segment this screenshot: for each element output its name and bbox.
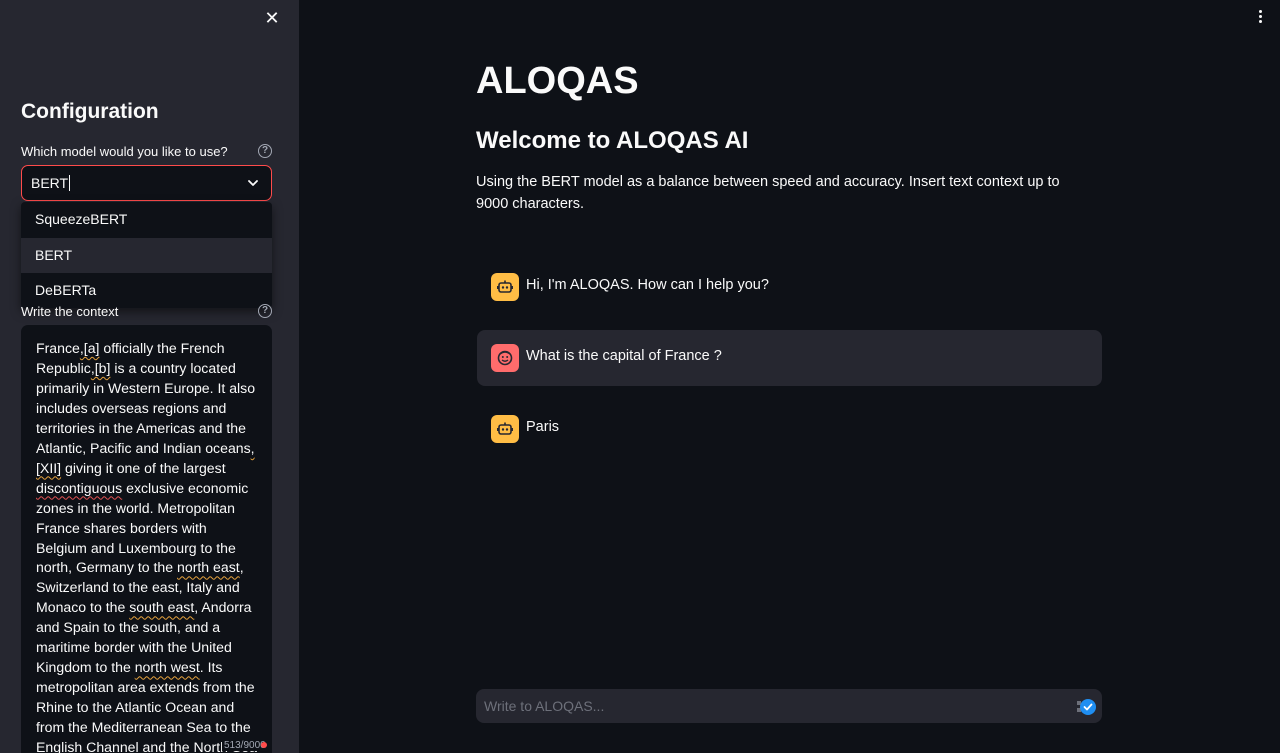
- context-text: giving it one of the largest: [61, 459, 226, 476]
- chevron-down-icon[interactable]: [247, 177, 259, 189]
- chat-input[interactable]: [476, 689, 1066, 723]
- context-textarea[interactable]: France,[a] officially the French Republi…: [21, 325, 272, 753]
- spellcheck-mark: [XII]: [36, 459, 62, 476]
- spellcheck-mark: ,: [250, 439, 255, 456]
- spellcheck-mark: north west: [134, 659, 200, 676]
- help-icon[interactable]: ?: [258, 304, 272, 318]
- spellcheck-mark: discontiguous: [36, 479, 123, 496]
- robot-icon: [491, 273, 519, 301]
- spellcheck-mark: ,[a]: [79, 340, 100, 356]
- dropdown-option-deberta[interactable]: DeBERTa: [21, 273, 272, 308]
- close-icon[interactable]: ✕: [262, 8, 282, 28]
- resize-handle[interactable]: [261, 742, 267, 748]
- model-dropdown: SqueezeBERT BERT DeBERTa: [21, 202, 272, 308]
- page-title: ALOQAS: [476, 60, 639, 102]
- model-select-value: BERT: [31, 175, 69, 191]
- sidebar-title: Configuration: [21, 100, 159, 123]
- message-text: Paris: [526, 419, 560, 435]
- dropdown-option-squeezebert[interactable]: SqueezeBERT: [21, 202, 272, 238]
- dropdown-option-bert[interactable]: BERT: [21, 237, 272, 273]
- context-text: France: [36, 340, 80, 356]
- page-subtitle: Welcome to ALOQAS AI: [476, 127, 749, 154]
- help-icon[interactable]: ?: [258, 144, 272, 158]
- chat-message-assistant: Paris: [477, 401, 1102, 457]
- chat-message-user: What is the capital of France ?: [477, 330, 1102, 386]
- sidebar: ✕ Configuration Which model would you li…: [0, 0, 299, 753]
- send-icon[interactable]: [1077, 698, 1097, 716]
- context-label: Write the context: [21, 304, 119, 319]
- more-menu-icon[interactable]: [1252, 8, 1268, 28]
- chat-message-assistant: Hi, I'm ALOQAS. How can I help you?: [477, 259, 1102, 315]
- robot-icon: [491, 415, 519, 443]
- text-cursor: [69, 175, 71, 191]
- chat-input-container: [476, 689, 1102, 723]
- page-description: Using the BERT model as a balance betwee…: [476, 174, 1060, 212]
- message-text: What is the capital of France ?: [526, 348, 722, 364]
- smiley-icon: [491, 344, 519, 372]
- message-text: Hi, I'm ALOQAS. How can I help you?: [526, 277, 769, 293]
- spellcheck-mark: south east: [129, 599, 195, 616]
- spellcheck-mark: ,[b]: [90, 359, 111, 376]
- spellcheck-mark: north east: [177, 559, 240, 576]
- model-select[interactable]: BERT: [21, 165, 272, 201]
- model-select-label: Which model would you like to use?: [21, 144, 228, 159]
